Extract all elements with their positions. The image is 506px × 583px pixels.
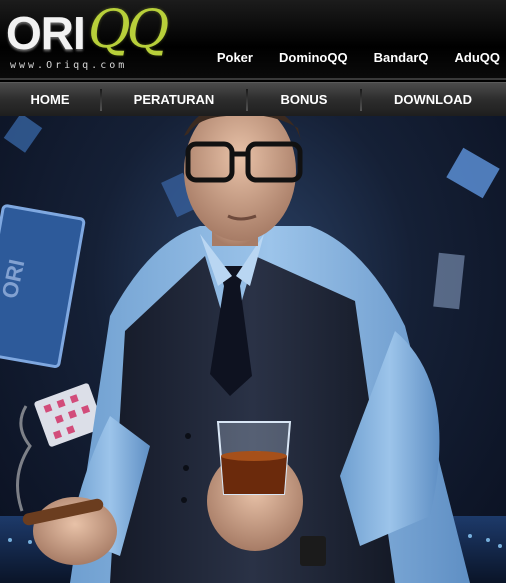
cigar-smoke — [16, 405, 32, 512]
nav-download[interactable]: DOWNLOAD — [362, 83, 504, 117]
wrist-watch — [300, 536, 326, 566]
logo-url-text: www.Oriqq.com — [10, 60, 128, 71]
nav-home[interactable]: HOME — [0, 83, 100, 117]
main-nav: HOME PERATURAN BONUS DOWNLOAD — [0, 82, 506, 116]
game-link-poker[interactable]: Poker — [217, 50, 253, 70]
site-header: ORI QQ www.Oriqq.com Poker DominoQQ Band… — [0, 0, 506, 80]
logo-ori-text: ORI — [6, 7, 86, 59]
game-link-bandarq[interactable]: BandarQ — [374, 50, 429, 70]
hero-banner: ORI — [0, 116, 506, 583]
whisky-glass — [216, 421, 292, 495]
floating-card-right — [446, 147, 500, 199]
nav-peraturan[interactable]: PERATURAN — [102, 83, 246, 117]
floating-card-top-left — [3, 116, 43, 153]
hero-illustration — [0, 116, 506, 583]
game-links: Poker DominoQQ BandarQ AduQQ — [191, 50, 506, 70]
game-link-aduqq[interactable]: AduQQ — [455, 50, 501, 70]
game-link-dominoqq[interactable]: DominoQQ — [279, 50, 348, 70]
logo-qq-text: QQ — [88, 0, 169, 60]
nav-bonus[interactable]: BONUS — [248, 83, 360, 117]
floating-card-right-mid — [433, 252, 465, 310]
site-logo[interactable]: ORI QQ www.Oriqq.com — [6, 0, 196, 78]
